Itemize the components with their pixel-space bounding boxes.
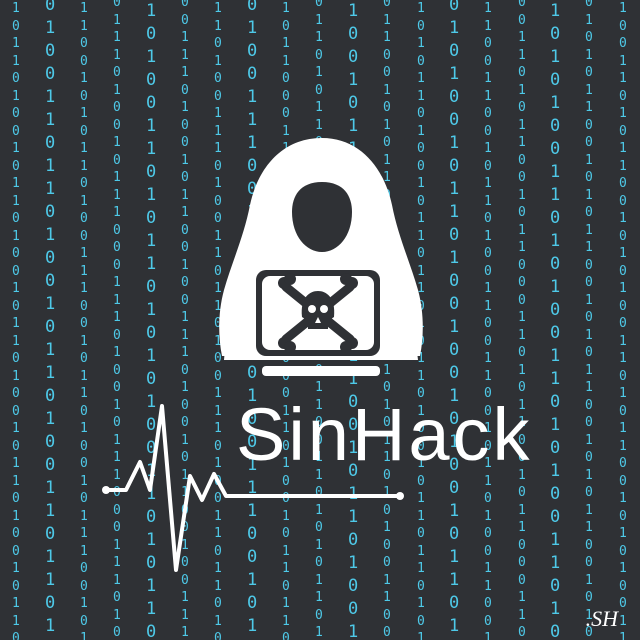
brand-wordmark: SinHack [236, 393, 533, 476]
laptop-base [262, 366, 380, 376]
hooded-hacker-icon [102, 138, 423, 572]
sinhack-artwork: 1 0 1 1 0 1 0 0 1 0 1 1 0 1 0 0 1 0 1 1 … [0, 0, 640, 640]
signature-mark: .SH [585, 606, 618, 631]
